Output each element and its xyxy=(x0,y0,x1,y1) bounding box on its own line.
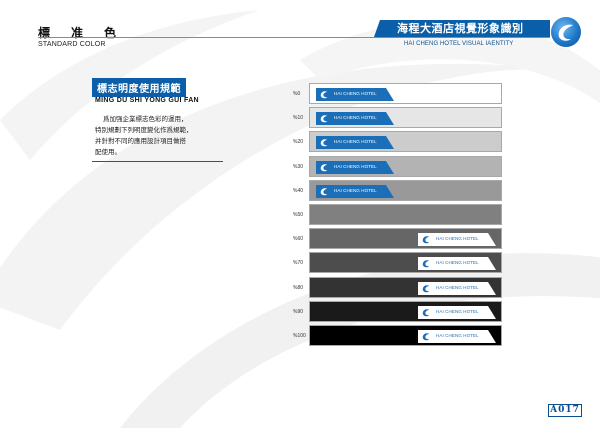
gray-swatch: HAI CHENG HOTEL xyxy=(309,131,502,153)
section-title: 標志明度使用規範 xyxy=(92,78,186,97)
hotel-logo-text: HAI CHENG HOTEL xyxy=(436,236,479,242)
logo-plate: HAI CHENG HOTEL xyxy=(418,233,496,247)
gray-swatch: HAI CHENG HOTEL xyxy=(309,179,502,201)
swatch-label: %10 xyxy=(293,115,304,122)
brand-title: 海程大酒店視覺形象識別 xyxy=(397,22,524,35)
swatch-label: %20 xyxy=(293,139,304,146)
logo-plate: HAI CHENG HOTEL xyxy=(316,184,394,198)
hotel-logo-text: HAI CHENG HOTEL xyxy=(334,187,377,193)
hotel-logo-text: HAI CHENG HOTEL xyxy=(436,284,479,290)
hotel-logo-text: HAI CHENG HOTEL xyxy=(334,139,377,145)
swatch-label: %60 xyxy=(293,236,304,243)
section-subtitle: MING DU SHI YONG GUI FAN xyxy=(95,97,199,104)
brand-logo-icon xyxy=(551,17,581,47)
hotel-logo-icon xyxy=(422,284,430,292)
hotel-logo-text: HAI CHENG HOTEL xyxy=(334,163,377,169)
swatch-label: %0 xyxy=(293,91,301,97)
gray-swatch: HAI CHENG HOTEL xyxy=(309,325,502,346)
hotel-logo-icon xyxy=(320,91,328,99)
swatch-label: %70 xyxy=(293,260,304,267)
logo-plate: HAI CHENG HOTEL xyxy=(316,112,394,126)
swatch-label: %50 xyxy=(293,212,304,218)
hotel-logo-text: HAI CHENG HOTEL xyxy=(436,333,479,338)
swatch-label: %90 xyxy=(293,308,304,315)
gray-swatch: HAI CHENG HOTEL xyxy=(309,107,502,129)
hotel-logo-icon xyxy=(320,139,328,147)
page-title: 標准色 xyxy=(38,26,138,40)
gray-swatch: HAI CHENG HOTEL xyxy=(309,276,502,298)
gray-swatch: HAI CHENG HOTEL xyxy=(309,252,502,274)
hotel-logo-text: HAI CHENG HOTEL xyxy=(436,260,479,266)
page-number: A017 xyxy=(548,404,582,417)
hotel-logo-icon xyxy=(422,236,430,244)
logo-plate: HAI CHENG HOTEL xyxy=(418,330,496,343)
logo-plate: HAI CHENG HOTEL xyxy=(418,281,496,295)
swatch-label: %100 xyxy=(293,333,306,339)
gray-swatch: HAI CHENG HOTEL xyxy=(309,228,502,250)
section-description: 爲加强企業標志色彩的運用， 特別規劃下列明度變化作爲規範， 并針對不同的應用設計… xyxy=(95,115,193,156)
gray-swatch: HAI CHENG HOTEL xyxy=(309,300,502,322)
gray-swatch xyxy=(309,204,502,225)
section-divider xyxy=(92,161,223,162)
brand-subtitle: HAI CHENG HOTEL VISUAL IAENTITY xyxy=(404,41,514,47)
hotel-logo-icon xyxy=(320,115,328,123)
gray-swatch: HAI CHENG HOTEL xyxy=(309,83,502,104)
logo-plate: HAI CHENG HOTEL xyxy=(418,257,496,271)
hotel-logo-icon xyxy=(320,188,328,196)
swatch-label: %40 xyxy=(293,187,304,194)
logo-plate: HAI CHENG HOTEL xyxy=(316,88,394,101)
hotel-logo-text: HAI CHENG HOTEL xyxy=(334,115,377,121)
logo-plate: HAI CHENG HOTEL xyxy=(418,305,496,319)
swatch-label: %30 xyxy=(293,163,304,170)
header-divider xyxy=(38,37,550,38)
page-subtitle: STANDARD COLOR xyxy=(38,41,106,48)
gray-swatch: HAI CHENG HOTEL xyxy=(309,155,502,177)
swatch-label: %80 xyxy=(293,284,304,291)
hotel-logo-text: HAI CHENG HOTEL xyxy=(436,308,479,314)
logo-plate: HAI CHENG HOTEL xyxy=(316,160,394,174)
hotel-logo-icon xyxy=(320,163,328,171)
hotel-logo-icon xyxy=(422,309,430,317)
hotel-logo-icon xyxy=(422,333,430,341)
hotel-logo-icon xyxy=(422,260,430,268)
logo-plate: HAI CHENG HOTEL xyxy=(316,136,394,150)
hotel-logo-text: HAI CHENG HOTEL xyxy=(334,91,377,96)
